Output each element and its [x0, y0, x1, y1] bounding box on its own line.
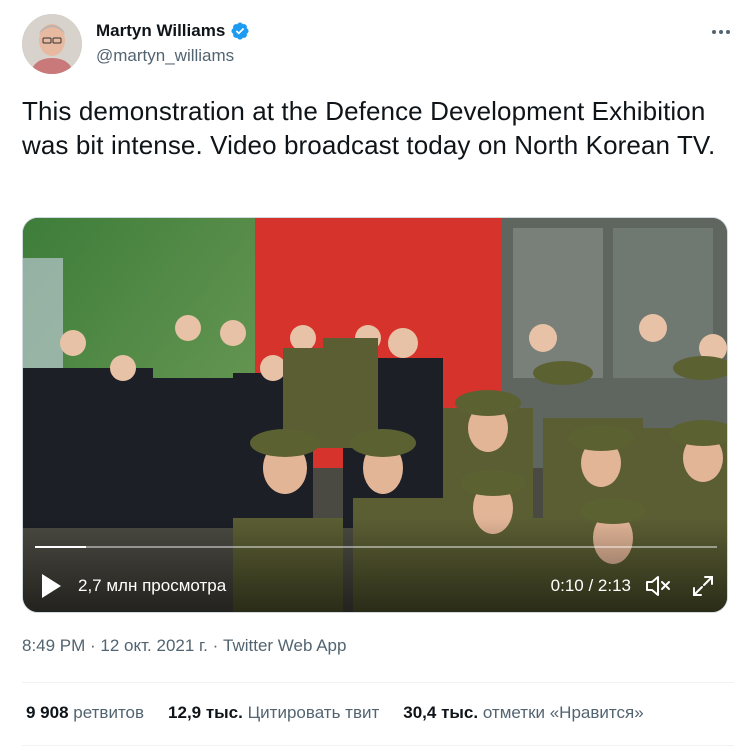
- avatar[interactable]: [22, 14, 82, 74]
- more-options-button[interactable]: [708, 22, 734, 42]
- verified-badge-icon: [231, 22, 249, 40]
- more-dot-icon: [726, 30, 730, 34]
- meta-separator: ·: [85, 636, 101, 655]
- author-name[interactable]: Martyn Williams: [96, 20, 250, 42]
- likes-stat[interactable]: 30,4 тыс. отметки «Нравится»: [403, 703, 643, 723]
- video-time: 0:10 / 2:13: [550, 576, 631, 595]
- video-progress-bar[interactable]: [35, 546, 717, 548]
- divider: [22, 682, 734, 683]
- tweet-header: Martyn Williams @martyn_williams: [22, 14, 734, 76]
- more-dot-icon: [712, 30, 716, 34]
- tweet-stats: 9 908 ретвитов 12,9 тыс. Цитировать твит…: [26, 703, 644, 723]
- retweets-stat[interactable]: 9 908 ретвитов: [26, 703, 144, 723]
- quotes-count: 12,9 тыс.: [168, 703, 243, 722]
- likes-label: отметки «Нравится»: [482, 703, 644, 722]
- meta-separator: ·: [207, 636, 223, 655]
- divider: [22, 745, 734, 746]
- avatar-image: [22, 14, 82, 74]
- quotes-label: Цитировать твит: [247, 703, 380, 722]
- more-dot-icon: [719, 30, 723, 34]
- quotes-stat[interactable]: 12,9 тыс. Цитировать твит: [168, 703, 379, 723]
- tweet-time[interactable]: 8:49 PM: [22, 636, 85, 655]
- play-icon[interactable]: [39, 572, 63, 600]
- fullscreen-icon[interactable]: [691, 574, 715, 598]
- video-view-count: 2,7 млн просмотра: [78, 576, 227, 595]
- tweet-source[interactable]: Twitter Web App: [223, 636, 346, 655]
- video-frame: [23, 218, 727, 612]
- volume-muted-icon[interactable]: [645, 574, 671, 598]
- tweet-date[interactable]: 12 окт. 2021 г.: [100, 636, 207, 655]
- tweet-text: This demonstration at the Defence Develo…: [22, 96, 716, 160]
- author-display-name[interactable]: Martyn Williams: [96, 20, 225, 42]
- video-progress-fill: [35, 546, 87, 548]
- tweet-metadata: 8:49 PM · 12 окт. 2021 г. · Twitter Web …: [22, 636, 346, 656]
- video-controls: 2,7 млн просмотра 0:10 / 2:13: [23, 558, 727, 612]
- likes-count: 30,4 тыс.: [403, 703, 479, 722]
- retweets-count: 9 908: [26, 703, 69, 722]
- author-handle[interactable]: @martyn_williams: [96, 45, 250, 67]
- retweets-label: ретвитов: [73, 703, 145, 722]
- video-player[interactable]: 2,7 млн просмотра 0:10 / 2:13: [22, 217, 728, 613]
